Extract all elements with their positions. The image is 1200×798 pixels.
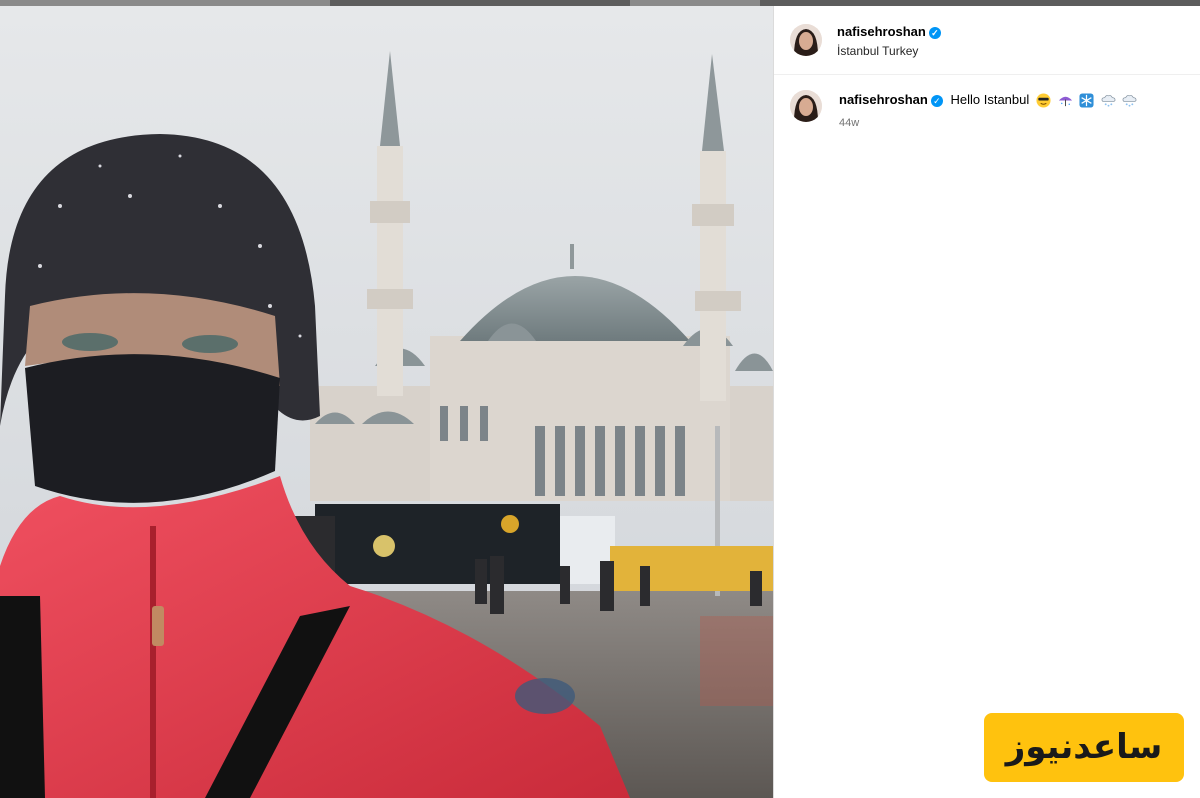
username-text[interactable]: nafisehroshan [837, 24, 926, 39]
verified-badge-icon: ✓ [928, 26, 941, 39]
verified-badge-icon: ✓ [930, 94, 943, 107]
caption-avatar[interactable] [790, 90, 822, 122]
sunglasses-emoji-icon [1036, 93, 1051, 108]
caption-text: Hello Istanbul [950, 92, 1030, 107]
watermark-text: ساعدنیوز [1005, 727, 1163, 767]
snowflake-emoji-icon [1079, 93, 1094, 108]
post-username[interactable]: nafisehroshan ✓ [837, 24, 941, 39]
post-age[interactable]: 44w [839, 117, 859, 129]
post-header: nafisehroshan ✓ İstanbul Turkey [774, 6, 1200, 75]
umbrella-emoji-icon [1058, 96, 1072, 107]
post-caption: nafisehroshan ✓ Hello Istanbul [839, 92, 1137, 108]
post-side-panel: nafisehroshan ✓ İstanbul Turkey nafisehro… [773, 6, 1200, 798]
avatar-image [790, 90, 822, 122]
watermark-logo: ساعدنیوز [984, 713, 1184, 782]
post-location[interactable]: İstanbul Turkey [837, 44, 918, 58]
photo-illustration [0, 6, 773, 798]
avatar[interactable] [790, 24, 822, 56]
post-photo[interactable] [0, 6, 773, 798]
snow-cloud-emoji-icon [1101, 95, 1116, 107]
avatar-image [790, 24, 822, 56]
caption-username[interactable]: nafisehroshan [839, 92, 928, 107]
snow-cloud-emoji-icon [1122, 95, 1137, 107]
